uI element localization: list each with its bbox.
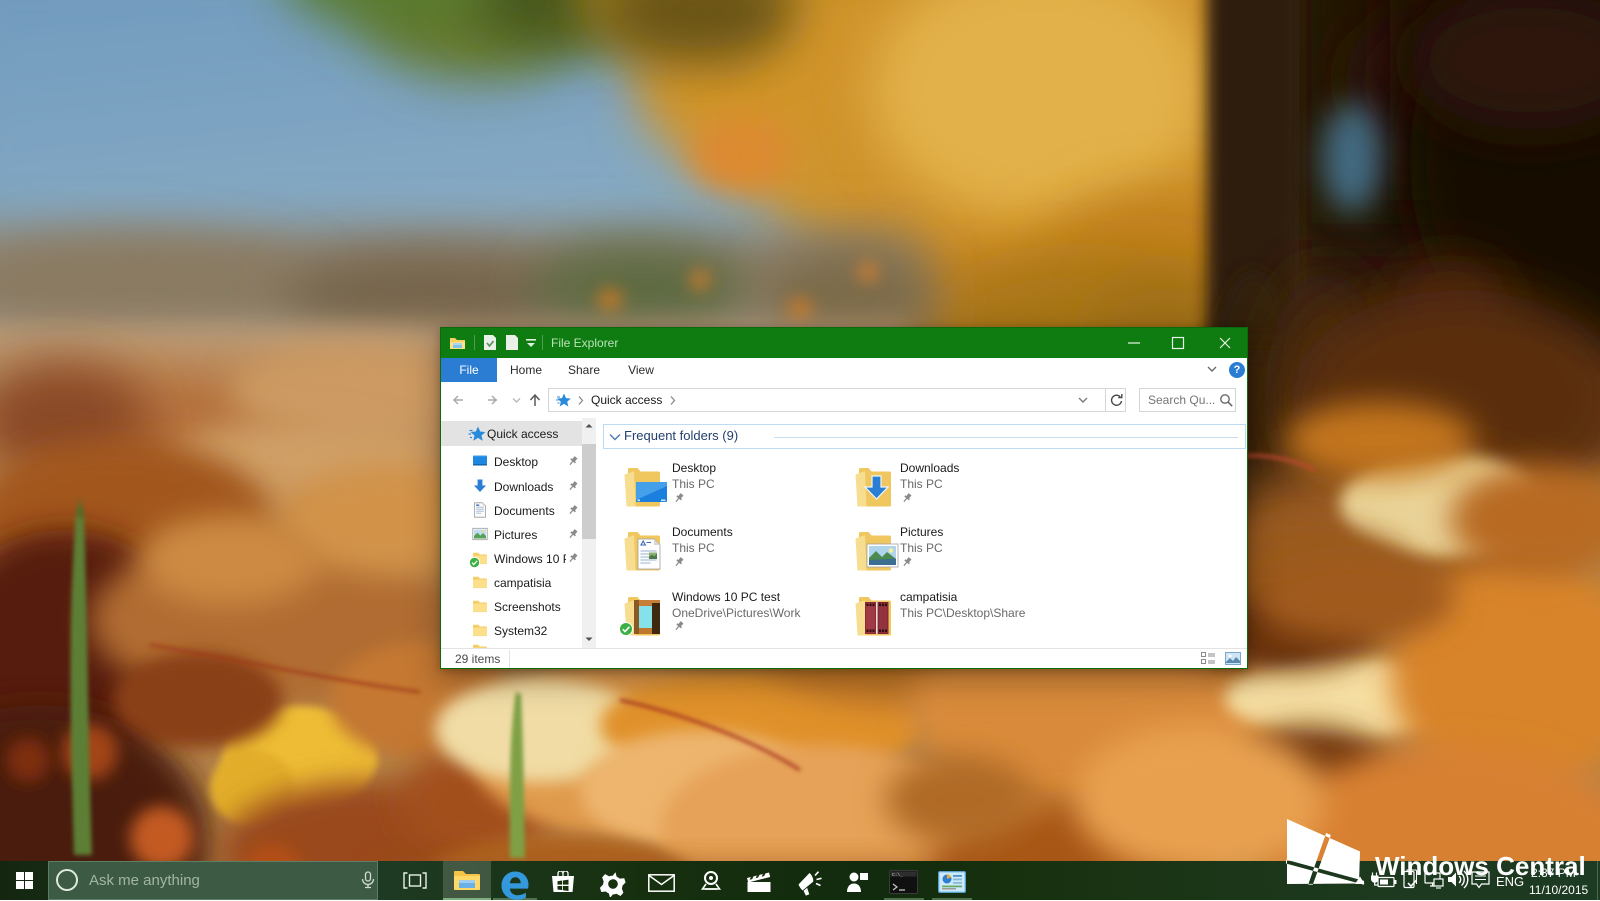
svg-text:Windows Central: Windows Central: [1375, 851, 1586, 881]
svg-text:C:\_: C:\_: [892, 872, 903, 878]
